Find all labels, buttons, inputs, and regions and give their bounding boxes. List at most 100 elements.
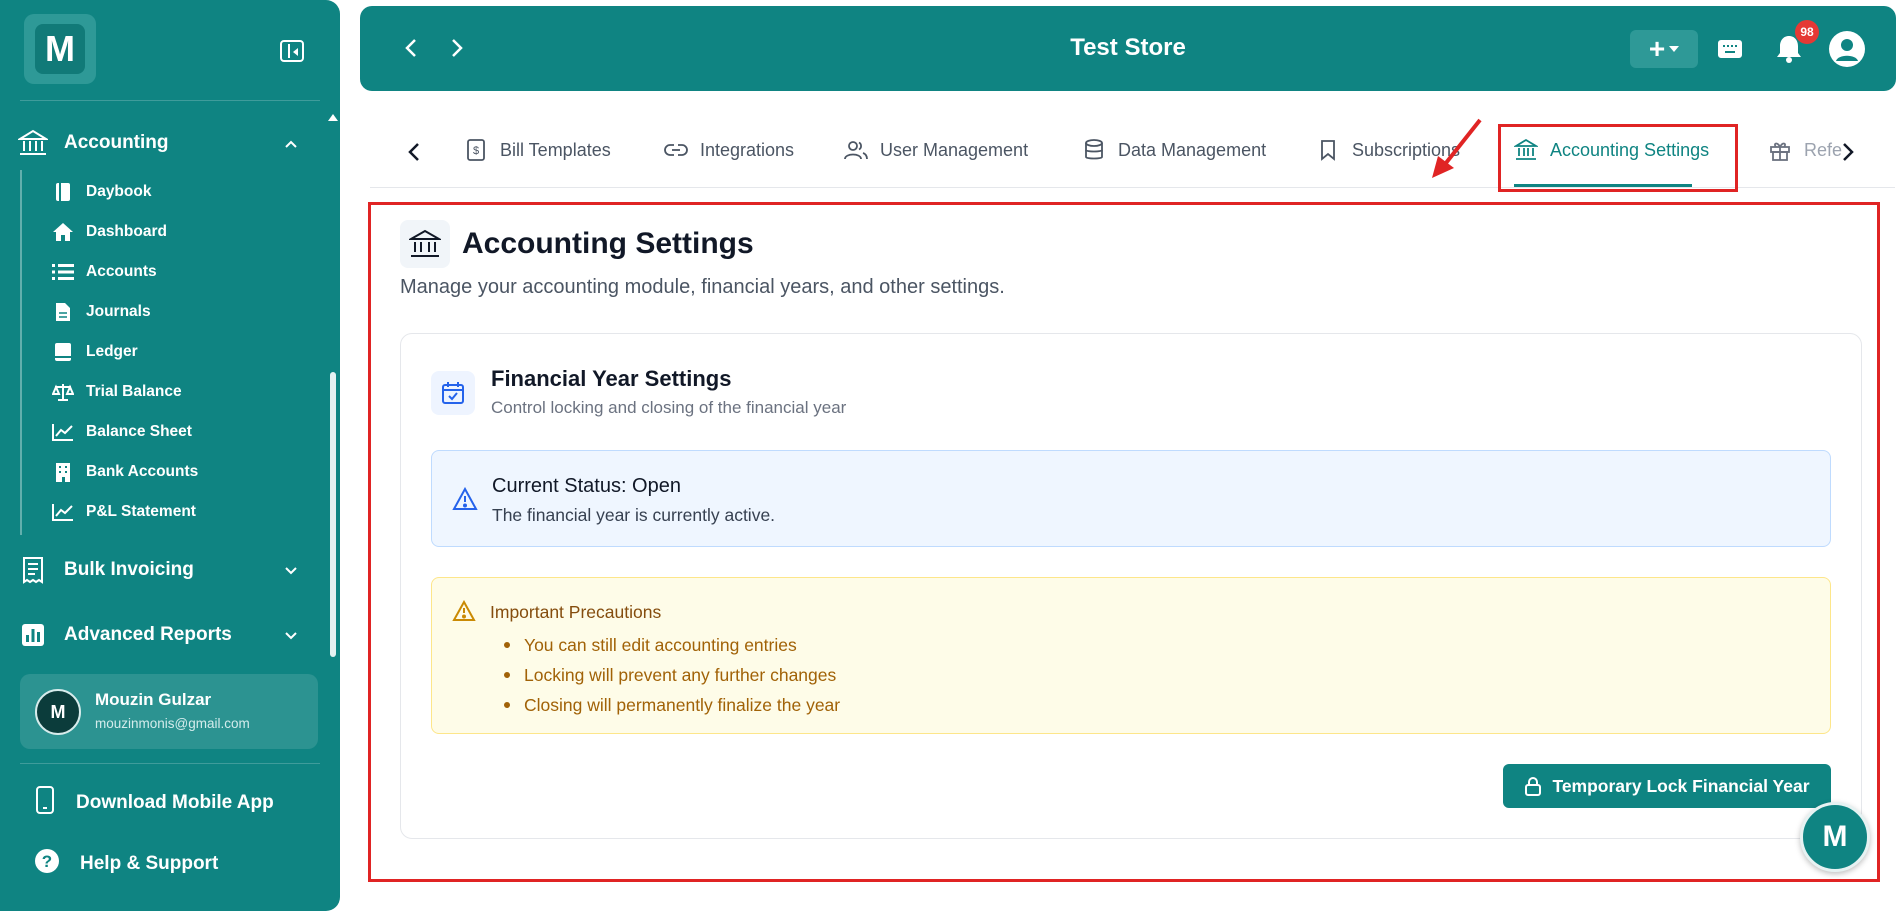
invoice-icon xyxy=(18,555,48,585)
sidebar: M Accounting Daybook Dashboard Accounts … xyxy=(0,0,340,911)
list-item: Closing will permanently finalize the ye… xyxy=(490,690,840,720)
bank-icon xyxy=(18,128,48,158)
list-icon xyxy=(52,261,74,283)
sidebar-item-label: Dashboard xyxy=(86,223,167,240)
svg-text:?: ? xyxy=(42,852,52,871)
status-alert: Current Status: Open The financial year … xyxy=(431,450,1831,547)
caret-down-icon xyxy=(1669,46,1680,52)
user-email: mouzinmonis@gmail.com xyxy=(95,716,250,731)
sidebar-item-dashboard[interactable]: Dashboard xyxy=(52,219,167,245)
chevron-down-icon xyxy=(284,563,298,581)
chevron-down-icon xyxy=(284,628,298,646)
page-subtitle: Manage your accounting module, financial… xyxy=(400,276,1005,298)
help-support-link[interactable]: ? Help & Support xyxy=(34,848,218,879)
phone-icon xyxy=(34,786,56,819)
list-item: You can still edit accounting entries xyxy=(490,630,840,660)
tabs-scroll-left-icon[interactable] xyxy=(404,140,426,164)
sidebar-section-label: Bulk Invoicing xyxy=(64,559,194,580)
tabs-scroll-right-icon[interactable] xyxy=(1836,140,1858,164)
user-avatar-icon[interactable] xyxy=(1828,30,1866,68)
tab-label: Integrations xyxy=(700,139,795,160)
tab-data-management[interactable]: Data Management xyxy=(1082,138,1266,162)
download-mobile-app-label: Download Mobile App xyxy=(76,791,274,813)
tab-label: Bill Templates xyxy=(500,139,611,160)
home-icon xyxy=(52,221,74,243)
top-header: Test Store + 98 xyxy=(360,6,1896,91)
calendar-check-icon xyxy=(431,371,475,415)
database-icon xyxy=(1082,138,1106,162)
sidebar-item-trial-balance[interactable]: Trial Balance xyxy=(52,379,182,405)
book-icon xyxy=(52,181,74,203)
building-icon xyxy=(52,461,74,483)
temporary-lock-button[interactable]: Temporary Lock Financial Year xyxy=(1503,764,1831,808)
temporary-lock-label: Temporary Lock Financial Year xyxy=(1552,775,1810,796)
plus-icon: + xyxy=(1648,33,1666,64)
chart-line-icon xyxy=(52,421,74,443)
page-title: Accounting Settings xyxy=(462,227,754,260)
sidebar-item-daybook[interactable]: Daybook xyxy=(52,179,151,205)
chart-line-icon xyxy=(52,501,74,523)
assistant-bot-icon: M xyxy=(1822,820,1848,853)
highlight-box xyxy=(1498,124,1738,192)
bank-icon xyxy=(400,220,450,268)
sidebar-section-label: Accounting xyxy=(64,132,169,153)
sidebar-scrollbar[interactable] xyxy=(330,372,336,657)
users-icon xyxy=(844,138,868,162)
lock-icon xyxy=(1524,776,1542,796)
sidebar-item-ledger[interactable]: Ledger xyxy=(52,339,138,365)
sidebar-item-journals[interactable]: Journals xyxy=(52,299,151,325)
notification-badge: 98 xyxy=(1795,20,1819,44)
help-icon: ? xyxy=(34,848,60,879)
sidebar-item-label: Balance Sheet xyxy=(86,423,192,440)
help-support-label: Help & Support xyxy=(80,852,219,874)
status-description: The financial year is currently active. xyxy=(492,505,776,525)
card-title: Financial Year Settings xyxy=(491,366,732,391)
precautions-list: You can still edit accounting entries Lo… xyxy=(490,630,840,720)
tab-bill-templates[interactable]: $ Bill Templates xyxy=(464,138,611,162)
annotation-arrow-icon xyxy=(1432,118,1482,178)
link-icon xyxy=(664,138,688,162)
keyboard-icon[interactable] xyxy=(1718,40,1742,58)
divider xyxy=(20,763,320,764)
sidebar-item-label: Trial Balance xyxy=(86,383,182,400)
tab-user-management[interactable]: User Management xyxy=(844,138,1028,162)
file-icon xyxy=(52,301,74,323)
sidebar-section-label: Advanced Reports xyxy=(64,624,232,645)
app-logo[interactable]: M xyxy=(24,14,96,84)
logo-letter: M xyxy=(35,24,85,74)
bookmark-icon xyxy=(1316,138,1340,162)
gift-icon xyxy=(1768,138,1792,162)
svg-text:$: $ xyxy=(473,145,479,157)
card-subtitle: Control locking and closing of the finan… xyxy=(491,398,847,417)
tab-label: User Management xyxy=(880,139,1029,160)
assistant-bot-button[interactable]: M xyxy=(1800,802,1870,872)
sidebar-section-bulk-invoicing[interactable]: Bulk Invoicing xyxy=(18,555,298,585)
user-profile-card[interactable]: M Mouzin Gulzar mouzinmonis@gmail.com xyxy=(20,674,318,749)
avatar: M xyxy=(35,689,81,735)
warning-triangle-icon xyxy=(452,486,478,516)
sidebar-section-accounting[interactable]: Accounting xyxy=(18,128,298,158)
list-item: Locking will prevent any further changes xyxy=(490,660,840,690)
sidebar-item-label: P&L Statement xyxy=(86,503,196,520)
bar-chart-icon xyxy=(18,620,48,650)
sidebar-item-bank-accounts[interactable]: Bank Accounts xyxy=(52,459,198,485)
scale-icon xyxy=(52,381,74,403)
sidebar-item-pl-statement[interactable]: P&L Statement xyxy=(52,499,196,525)
sidebar-item-label: Accounts xyxy=(86,263,157,280)
scroll-up-icon[interactable] xyxy=(328,114,338,121)
sidebar-collapse-icon[interactable] xyxy=(280,40,304,62)
download-mobile-app-link[interactable]: Download Mobile App xyxy=(34,786,274,819)
sidebar-section-advanced-reports[interactable]: Advanced Reports xyxy=(18,620,298,650)
sidebar-item-label: Bank Accounts xyxy=(86,463,199,480)
receipt-icon: $ xyxy=(464,138,488,162)
chevron-up-icon xyxy=(284,136,298,154)
tab-integrations[interactable]: Integrations xyxy=(664,138,794,162)
sidebar-item-label: Ledger xyxy=(86,343,138,360)
warning-triangle-icon xyxy=(452,599,476,627)
tab-label: Data Management xyxy=(1118,139,1267,160)
sidebar-item-accounts[interactable]: Accounts xyxy=(52,259,157,285)
page-header: Accounting Settings xyxy=(400,220,754,268)
add-new-button[interactable]: + xyxy=(1630,30,1698,68)
status-title: Current Status: Open xyxy=(492,475,681,497)
sidebar-item-balance-sheet[interactable]: Balance Sheet xyxy=(52,419,192,445)
